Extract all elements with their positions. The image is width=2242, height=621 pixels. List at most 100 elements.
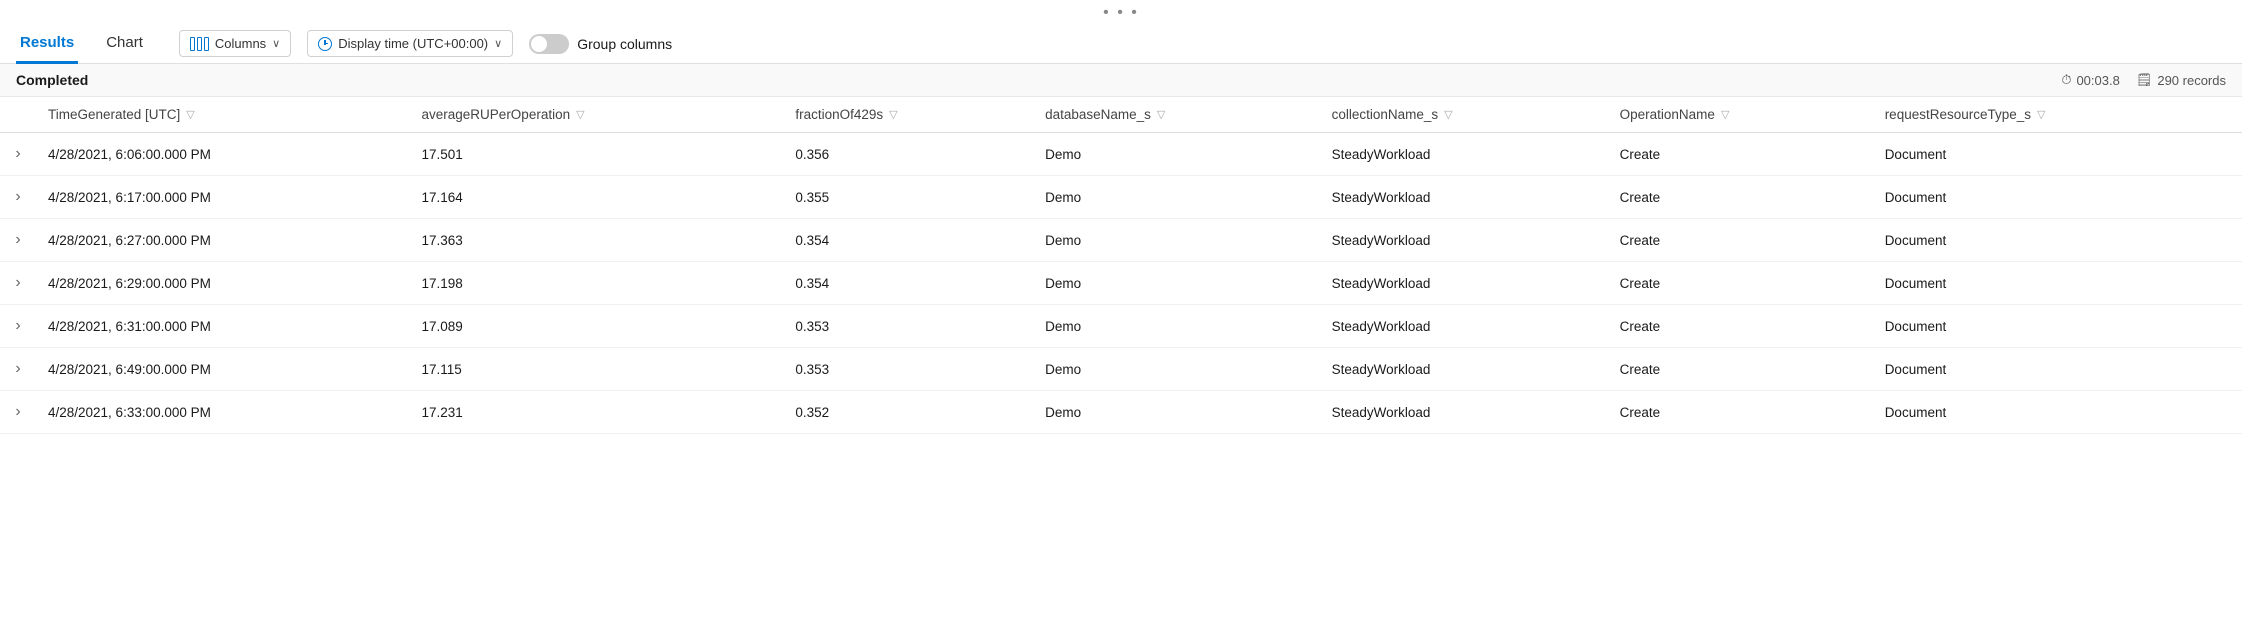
chevron-right-icon	[15, 274, 20, 292]
columns-chevron-icon: ∨	[272, 37, 280, 50]
filter-icon-TimeGenerated[interactable]: ▽	[186, 108, 194, 121]
cell-databaseName_s: Demo	[1033, 348, 1320, 391]
cell-OperationName: Create	[1608, 305, 1873, 348]
cell-fractionOf429s: 0.356	[783, 133, 1033, 176]
cell-averageRUPerOperation: 17.089	[410, 305, 784, 348]
col-header-collectionName_s: collectionName_s ▽	[1320, 97, 1608, 133]
cell-averageRUPerOperation: 17.115	[410, 348, 784, 391]
filter-icon-fractionOf429s[interactable]: ▽	[889, 108, 897, 121]
col-header-averageRUPerOperation: averageRUPerOperation ▽	[410, 97, 784, 133]
cell-fractionOf429s: 0.353	[783, 348, 1033, 391]
filter-icon-OperationName[interactable]: ▽	[1721, 108, 1729, 121]
group-columns-label: Group columns	[577, 36, 672, 52]
expand-row-button[interactable]	[8, 402, 28, 422]
results-table: TimeGenerated [UTC] ▽ averageRUPerOperat…	[0, 97, 2242, 434]
tab-chart[interactable]: Chart	[102, 24, 147, 64]
group-columns-toggle[interactable]	[529, 34, 569, 54]
cell-databaseName_s: Demo	[1033, 305, 1320, 348]
cell-TimeGenerated: 4/28/2021, 6:49:00.000 PM	[36, 348, 410, 391]
cell-requestResourceType_s: Document	[1873, 262, 2242, 305]
cell-OperationName: Create	[1608, 176, 1873, 219]
status-meta: ⏱ 00:03.8 🗒 290 records	[2061, 72, 2226, 88]
results-table-wrap: TimeGenerated [UTC] ▽ averageRUPerOperat…	[0, 97, 2242, 434]
chevron-right-icon	[15, 231, 20, 249]
cell-fractionOf429s: 0.352	[783, 391, 1033, 434]
cell-averageRUPerOperation: 17.501	[410, 133, 784, 176]
tab-bar: Results Chart Columns ∨ Display time (UT…	[0, 24, 2242, 64]
tab-results[interactable]: Results	[16, 24, 78, 64]
cell-averageRUPerOperation: 17.231	[410, 391, 784, 434]
cell-collectionName_s: SteadyWorkload	[1320, 262, 1608, 305]
table-row: 4/28/2021, 6:17:00.000 PM17.1640.355Demo…	[0, 176, 2242, 219]
timer-icon: ⏱	[2061, 72, 2071, 88]
cell-OperationName: Create	[1608, 262, 1873, 305]
cell-OperationName: Create	[1608, 133, 1873, 176]
col-header-databaseName_s: databaseName_s ▽	[1033, 97, 1320, 133]
table-row: 4/28/2021, 6:29:00.000 PM17.1980.354Demo…	[0, 262, 2242, 305]
expand-cell	[0, 219, 36, 262]
records-count: 290 records	[2157, 73, 2226, 88]
filter-icon-collectionName_s[interactable]: ▽	[1444, 108, 1452, 121]
col-header-OperationName: OperationName ▽	[1608, 97, 1873, 133]
cell-TimeGenerated: 4/28/2021, 6:06:00.000 PM	[36, 133, 410, 176]
chevron-right-icon	[15, 145, 20, 163]
columns-icon	[190, 37, 209, 51]
cell-fractionOf429s: 0.354	[783, 219, 1033, 262]
table-row: 4/28/2021, 6:31:00.000 PM17.0890.353Demo…	[0, 305, 2242, 348]
display-time-label: Display time (UTC+00:00)	[338, 36, 488, 51]
cell-databaseName_s: Demo	[1033, 176, 1320, 219]
cell-collectionName_s: SteadyWorkload	[1320, 133, 1608, 176]
cell-collectionName_s: SteadyWorkload	[1320, 348, 1608, 391]
table-row: 4/28/2021, 6:33:00.000 PM17.2310.352Demo…	[0, 391, 2242, 434]
cell-requestResourceType_s: Document	[1873, 133, 2242, 176]
cell-OperationName: Create	[1608, 348, 1873, 391]
cell-databaseName_s: Demo	[1033, 391, 1320, 434]
expand-row-button[interactable]	[8, 316, 28, 336]
col-header-TimeGenerated: TimeGenerated [UTC] ▽	[36, 97, 410, 133]
expand-row-button[interactable]	[8, 230, 28, 250]
cell-OperationName: Create	[1608, 219, 1873, 262]
table-body: 4/28/2021, 6:06:00.000 PM17.5010.356Demo…	[0, 133, 2242, 434]
cell-TimeGenerated: 4/28/2021, 6:17:00.000 PM	[36, 176, 410, 219]
cell-requestResourceType_s: Document	[1873, 305, 2242, 348]
cell-TimeGenerated: 4/28/2021, 6:27:00.000 PM	[36, 219, 410, 262]
cell-fractionOf429s: 0.353	[783, 305, 1033, 348]
expand-row-button[interactable]	[8, 144, 28, 164]
cell-databaseName_s: Demo	[1033, 262, 1320, 305]
cell-collectionName_s: SteadyWorkload	[1320, 391, 1608, 434]
cell-collectionName_s: SteadyWorkload	[1320, 219, 1608, 262]
cell-TimeGenerated: 4/28/2021, 6:31:00.000 PM	[36, 305, 410, 348]
status-label: Completed	[16, 72, 88, 88]
group-columns-toggle-wrap: Group columns	[529, 34, 672, 54]
table-row: 4/28/2021, 6:49:00.000 PM17.1150.353Demo…	[0, 348, 2242, 391]
cell-OperationName: Create	[1608, 391, 1873, 434]
expand-row-button[interactable]	[8, 359, 28, 379]
filter-icon-averageRUPerOperation[interactable]: ▽	[576, 108, 584, 121]
cell-TimeGenerated: 4/28/2021, 6:33:00.000 PM	[36, 391, 410, 434]
col-header-requestResourceType_s: requestResourceType_s ▽	[1873, 97, 2242, 133]
records-count-item: 🗒 290 records	[2136, 72, 2226, 88]
cell-requestResourceType_s: Document	[1873, 348, 2242, 391]
display-time-button[interactable]: Display time (UTC+00:00) ∨	[307, 30, 513, 57]
expand-cell	[0, 305, 36, 348]
cell-TimeGenerated: 4/28/2021, 6:29:00.000 PM	[36, 262, 410, 305]
cell-fractionOf429s: 0.355	[783, 176, 1033, 219]
expand-cell	[0, 133, 36, 176]
chevron-right-icon	[15, 360, 20, 378]
expand-cell	[0, 348, 36, 391]
elapsed-time-item: ⏱ 00:03.8	[2061, 72, 2120, 88]
tab-controls: Columns ∨ Display time (UTC+00:00) ∨ Gro…	[179, 30, 672, 57]
columns-label: Columns	[215, 36, 266, 51]
filter-icon-databaseName_s[interactable]: ▽	[1157, 108, 1165, 121]
cell-requestResourceType_s: Document	[1873, 391, 2242, 434]
chevron-right-icon	[15, 317, 20, 335]
status-bar: Completed ⏱ 00:03.8 🗒 290 records	[0, 64, 2242, 97]
expand-row-button[interactable]	[8, 187, 28, 207]
expand-col-header	[0, 97, 36, 133]
clock-icon	[318, 37, 332, 51]
filter-icon-requestResourceType_s[interactable]: ▽	[2037, 108, 2045, 121]
table-row: 4/28/2021, 6:06:00.000 PM17.5010.356Demo…	[0, 133, 2242, 176]
expand-row-button[interactable]	[8, 273, 28, 293]
cell-averageRUPerOperation: 17.363	[410, 219, 784, 262]
columns-button[interactable]: Columns ∨	[179, 30, 291, 57]
